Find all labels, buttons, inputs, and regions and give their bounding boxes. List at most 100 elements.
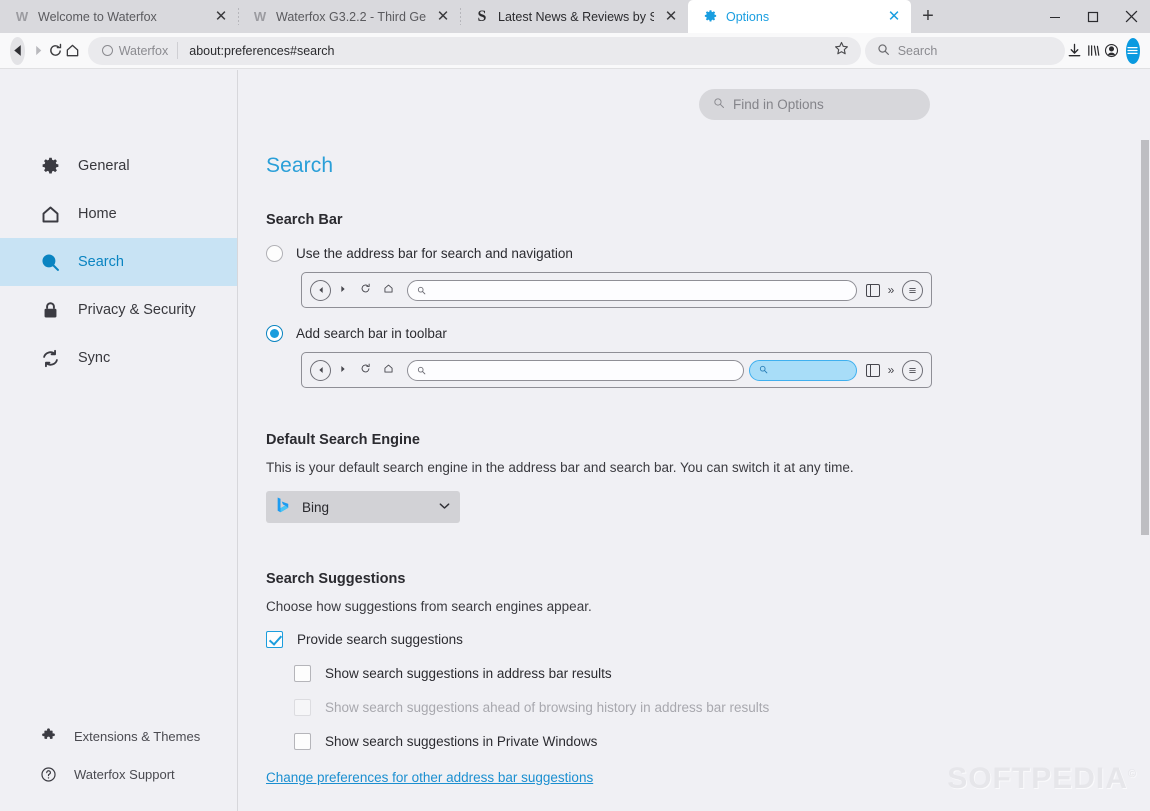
checkbox-show-in-address-bar-results[interactable]: Show search suggestions in address bar r… — [294, 665, 1130, 682]
minimize-button[interactable] — [1036, 0, 1074, 33]
tab-title: Waterfox G3.2.2 - Third Generat — [276, 9, 426, 24]
sidebar-item-privacy-security[interactable]: Privacy & Security — [0, 286, 237, 334]
checkbox — [294, 699, 311, 716]
softpedia-icon: S — [477, 7, 487, 25]
home-icon — [40, 204, 66, 225]
preview-address-bar — [407, 359, 744, 381]
search-bar-heading: Search Bar — [266, 212, 343, 228]
toolbar-preview-with-search-bar: » — [301, 352, 932, 388]
home-icon[interactable] — [64, 36, 81, 66]
gear-icon — [702, 9, 718, 25]
reload-icon[interactable] — [47, 36, 64, 66]
tab-latest-news-softpedia[interactable]: S Latest News & Reviews by Softp ✕ — [460, 0, 688, 33]
tab-welcome-to-waterfox[interactable]: W Welcome to Waterfox ✕ — [0, 0, 238, 33]
sidebar-bottom-links: Extensions & Themes Waterfox Support — [0, 717, 237, 793]
forward-icon[interactable] — [29, 36, 46, 66]
search-placeholder: Search — [897, 43, 938, 58]
sync-icon — [40, 348, 66, 369]
waterfox-icon: W — [253, 9, 267, 24]
url-bar[interactable]: Waterfox about:preferences#search — [87, 36, 861, 65]
library-icon[interactable] — [1085, 36, 1101, 66]
radio-button[interactable] — [266, 245, 283, 262]
sidebar-item-sync[interactable]: Sync — [0, 334, 237, 382]
navigation-toolbar: Waterfox about:preferences#search Search — [0, 33, 1150, 69]
hamburger-icon — [902, 279, 923, 301]
checkbox-provide-search-suggestions[interactable]: Provide search suggestions — [266, 631, 1130, 648]
close-icon[interactable]: ✕ — [432, 6, 454, 28]
tab-options[interactable]: Options ✕ — [688, 0, 911, 33]
checkbox[interactable] — [294, 733, 311, 750]
checkbox-label: Provide search suggestions — [297, 632, 463, 647]
identity-label: Waterfox — [118, 43, 169, 58]
radio-button[interactable] — [266, 325, 283, 342]
checkbox-label: Show search suggestions ahead of browsin… — [325, 700, 770, 715]
checkbox[interactable] — [294, 665, 311, 682]
sidebar-item-label: Privacy & Security — [78, 302, 196, 318]
url-input[interactable]: about:preferences#search — [178, 44, 828, 58]
sidebar-link-label: Extensions & Themes — [74, 728, 201, 744]
new-tab-button[interactable]: + — [911, 0, 945, 33]
forward-icon — [331, 284, 354, 296]
checkbox[interactable] — [266, 631, 283, 648]
preferences-sidebar: General Home Search Privacy & Security S… — [0, 70, 238, 811]
scrollbar-thumb[interactable] — [1141, 140, 1149, 535]
sidebar-item-search[interactable]: Search — [0, 238, 237, 286]
sidebar-item-extensions-themes[interactable]: Extensions & Themes — [0, 717, 237, 755]
close-icon[interactable]: ✕ — [210, 6, 232, 28]
checkbox-label: Show search suggestions in address bar r… — [325, 666, 612, 681]
radio-label: Use the address bar for search and navig… — [296, 246, 573, 261]
checkbox-label: Show search suggestions in Private Windo… — [325, 734, 598, 749]
reload-icon — [354, 283, 377, 297]
chevron-down-icon — [439, 501, 450, 513]
preview-address-bar — [407, 279, 857, 301]
sidebar-item-home[interactable]: Home — [0, 190, 237, 238]
lock-icon — [40, 300, 66, 321]
puzzle-icon — [40, 727, 64, 745]
sidebar-item-general[interactable]: General — [0, 142, 237, 190]
star-icon[interactable] — [829, 41, 855, 60]
default-engine-dropdown[interactable]: Bing — [266, 491, 460, 523]
magnifier-icon — [40, 252, 66, 273]
site-identity[interactable]: Waterfox — [101, 43, 178, 58]
search-suggestions-description: Choose how suggestions from search engin… — [266, 599, 592, 614]
search-suggestions-heading: Search Suggestions — [266, 571, 406, 587]
close-icon[interactable]: ✕ — [883, 6, 905, 28]
maximize-button[interactable] — [1074, 0, 1112, 33]
sidebar-item-label: Sync — [78, 350, 111, 366]
tab-strip: W Welcome to Waterfox ✕ W Waterfox G3.2.… — [0, 0, 1150, 33]
home-icon — [377, 283, 400, 297]
gear-icon — [40, 156, 66, 177]
close-window-button[interactable] — [1112, 0, 1150, 33]
change-address-bar-preferences-link[interactable]: Change preferences for other address bar… — [266, 770, 593, 785]
account-icon[interactable] — [1103, 36, 1119, 66]
back-icon[interactable] — [10, 36, 26, 65]
back-icon — [310, 279, 331, 301]
close-icon[interactable]: ✕ — [660, 6, 682, 28]
toolbar-preview-address-only: » — [301, 272, 932, 308]
sidebar-item-label: General — [78, 158, 130, 174]
overflow-chevron-icon: » — [887, 283, 895, 297]
radio-use-address-bar[interactable]: Use the address bar for search and navig… — [266, 245, 1130, 262]
radio-add-search-bar[interactable]: Add search bar in toolbar — [266, 325, 1130, 342]
overflow-chevron-icon: » — [887, 363, 895, 377]
preferences-content: Search Search Bar Use the address bar fo… — [266, 70, 1130, 787]
radio-label: Add search bar in toolbar — [296, 326, 447, 341]
browser-window: W Welcome to Waterfox ✕ W Waterfox G3.2.… — [0, 0, 1150, 811]
sidebar-item-waterfox-support[interactable]: Waterfox Support — [0, 755, 237, 793]
hamburger-icon — [902, 359, 923, 381]
default-engine-value: Bing — [302, 499, 330, 515]
downloads-icon[interactable] — [1067, 36, 1083, 66]
sidebar-nav-list: General Home Search Privacy & Security S… — [0, 142, 237, 382]
tab-waterfox-g322[interactable]: W Waterfox G3.2.2 - Third Generat ✕ — [238, 0, 460, 33]
preview-search-bar-highlight — [749, 359, 857, 381]
vertical-scrollbar[interactable] — [1139, 140, 1150, 811]
sidebar-item-label: Home — [78, 206, 117, 222]
search-icon — [877, 43, 890, 59]
checkbox-show-ahead-of-browsing-history: Show search suggestions ahead of browsin… — [294, 699, 1130, 716]
back-icon — [310, 359, 331, 381]
checkbox-show-in-private-windows[interactable]: Show search suggestions in Private Windo… — [294, 733, 1130, 750]
toolbar-search-bar[interactable]: Search — [864, 36, 1065, 65]
tab-title: Options — [726, 9, 770, 24]
hamburger-icon[interactable] — [1125, 37, 1140, 64]
tab-title: Welcome to Waterfox — [38, 9, 157, 24]
